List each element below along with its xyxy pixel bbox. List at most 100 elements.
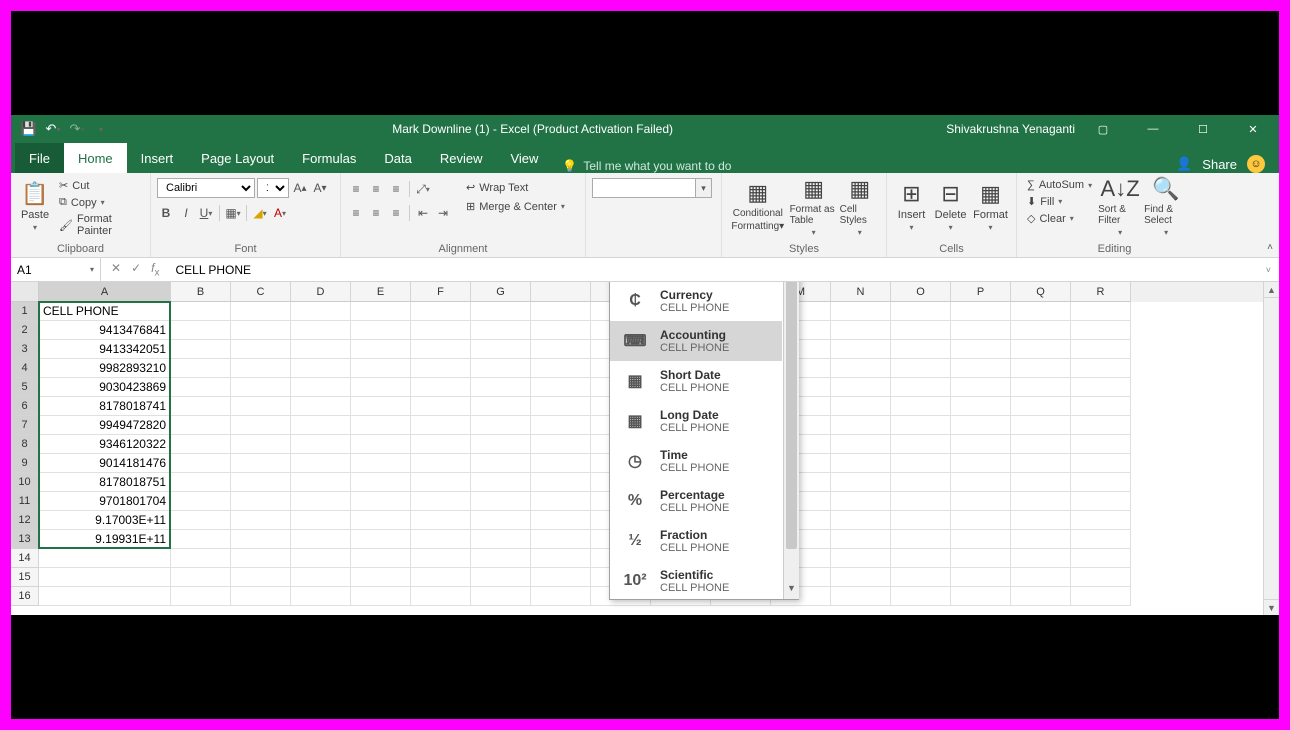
cell[interactable] bbox=[531, 454, 591, 473]
font-name-select[interactable]: Calibri bbox=[157, 178, 255, 198]
cell[interactable] bbox=[171, 454, 231, 473]
cell[interactable] bbox=[1071, 492, 1131, 511]
autosum-button[interactable]: ∑AutoSum▾ bbox=[1023, 178, 1096, 192]
cell[interactable] bbox=[411, 397, 471, 416]
cell[interactable] bbox=[1011, 340, 1071, 359]
cell[interactable] bbox=[891, 549, 951, 568]
find-select-button[interactable]: 🔍Find & Select▾ bbox=[1144, 176, 1188, 236]
cell[interactable] bbox=[951, 530, 1011, 549]
cell[interactable] bbox=[231, 340, 291, 359]
format-option-currency[interactable]: ₵CurrencyCELL PHONE bbox=[610, 282, 782, 321]
cell[interactable] bbox=[951, 587, 1011, 606]
column-header[interactable]: O bbox=[891, 282, 951, 302]
cell[interactable] bbox=[411, 302, 471, 321]
cell[interactable] bbox=[411, 587, 471, 606]
ribbon-display-options-icon[interactable]: ▢ bbox=[1081, 115, 1125, 143]
cell[interactable] bbox=[471, 340, 531, 359]
row-header[interactable]: 16 bbox=[11, 587, 39, 606]
row-header[interactable]: 13 bbox=[11, 530, 39, 549]
cell[interactable] bbox=[351, 492, 411, 511]
cell[interactable] bbox=[411, 530, 471, 549]
cell[interactable] bbox=[1011, 473, 1071, 492]
align-top-icon[interactable]: ≡ bbox=[347, 180, 365, 198]
cell[interactable] bbox=[291, 378, 351, 397]
conditional-formatting-button[interactable]: ▦ConditionalFormatting▾ bbox=[728, 176, 788, 236]
cell[interactable] bbox=[1071, 473, 1131, 492]
number-format-dropdown[interactable]: ▲ ▼ ABC123GeneralNo specific format12Num… bbox=[609, 282, 799, 600]
number-format-dropdown-arrow[interactable]: ▾ bbox=[695, 179, 711, 197]
cell[interactable] bbox=[951, 549, 1011, 568]
cell[interactable] bbox=[471, 454, 531, 473]
cell[interactable] bbox=[411, 473, 471, 492]
cell[interactable] bbox=[1011, 359, 1071, 378]
cell[interactable] bbox=[891, 321, 951, 340]
cell[interactable] bbox=[471, 378, 531, 397]
cell[interactable] bbox=[531, 321, 591, 340]
cell[interactable] bbox=[171, 397, 231, 416]
cell[interactable] bbox=[1071, 378, 1131, 397]
cell[interactable] bbox=[531, 511, 591, 530]
cell[interactable]: 8178018741 bbox=[39, 397, 171, 416]
feedback-smiley-icon[interactable]: ☺ bbox=[1247, 155, 1265, 173]
column-header[interactable]: F bbox=[411, 282, 471, 302]
format-option-accounting[interactable]: ⌨AccountingCELL PHONE bbox=[610, 321, 782, 361]
fill-color-button[interactable]: ◢▾ bbox=[251, 204, 269, 222]
cell[interactable] bbox=[171, 511, 231, 530]
underline-button[interactable]: U▾ bbox=[197, 204, 215, 222]
cell[interactable] bbox=[231, 568, 291, 587]
cell[interactable] bbox=[1071, 568, 1131, 587]
cell[interactable] bbox=[531, 302, 591, 321]
cell[interactable] bbox=[291, 492, 351, 511]
cell[interactable] bbox=[351, 511, 411, 530]
cell[interactable] bbox=[171, 530, 231, 549]
cell[interactable]: 9982893210 bbox=[39, 359, 171, 378]
border-button[interactable]: ▦▾ bbox=[224, 204, 242, 222]
cell[interactable] bbox=[471, 397, 531, 416]
row-header[interactable]: 3 bbox=[11, 340, 39, 359]
column-header[interactable]: R bbox=[1071, 282, 1131, 302]
cell[interactable] bbox=[231, 416, 291, 435]
cell[interactable] bbox=[831, 397, 891, 416]
increase-indent-icon[interactable]: ⇥ bbox=[434, 204, 452, 222]
cell[interactable] bbox=[1011, 321, 1071, 340]
cell[interactable] bbox=[291, 454, 351, 473]
cell[interactable]: 9949472820 bbox=[39, 416, 171, 435]
tab-data[interactable]: Data bbox=[370, 143, 425, 173]
cell[interactable] bbox=[951, 492, 1011, 511]
cell[interactable] bbox=[351, 435, 411, 454]
cell[interactable]: CELL PHONE bbox=[39, 302, 171, 321]
cell[interactable] bbox=[231, 397, 291, 416]
format-option-scientific[interactable]: 10²ScientificCELL PHONE bbox=[610, 561, 782, 601]
column-header[interactable]: Q bbox=[1011, 282, 1071, 302]
cell[interactable] bbox=[831, 454, 891, 473]
column-header[interactable]: N bbox=[831, 282, 891, 302]
tab-view[interactable]: View bbox=[496, 143, 552, 173]
cell[interactable] bbox=[531, 378, 591, 397]
cell[interactable] bbox=[471, 473, 531, 492]
cell[interactable] bbox=[351, 416, 411, 435]
cell[interactable] bbox=[291, 302, 351, 321]
row-header[interactable]: 4 bbox=[11, 359, 39, 378]
row-header[interactable]: 10 bbox=[11, 473, 39, 492]
cell[interactable] bbox=[1071, 302, 1131, 321]
cell[interactable] bbox=[471, 359, 531, 378]
cell[interactable] bbox=[1071, 359, 1131, 378]
cell[interactable] bbox=[1011, 568, 1071, 587]
cell[interactable] bbox=[531, 492, 591, 511]
cell[interactable] bbox=[351, 359, 411, 378]
cell[interactable] bbox=[891, 435, 951, 454]
cell[interactable] bbox=[411, 435, 471, 454]
redo-icon[interactable]: ↷▾ bbox=[67, 119, 87, 139]
cell[interactable] bbox=[831, 378, 891, 397]
cell[interactable] bbox=[291, 321, 351, 340]
cell[interactable] bbox=[531, 530, 591, 549]
cell[interactable] bbox=[351, 397, 411, 416]
cell[interactable] bbox=[951, 378, 1011, 397]
cell[interactable] bbox=[951, 568, 1011, 587]
cell[interactable] bbox=[411, 359, 471, 378]
increase-font-icon[interactable]: A▴ bbox=[291, 179, 309, 197]
cell[interactable]: 8178018751 bbox=[39, 473, 171, 492]
cell[interactable] bbox=[951, 473, 1011, 492]
cell[interactable] bbox=[831, 473, 891, 492]
user-name[interactable]: Shivakrushna Yenaganti bbox=[946, 122, 1075, 136]
